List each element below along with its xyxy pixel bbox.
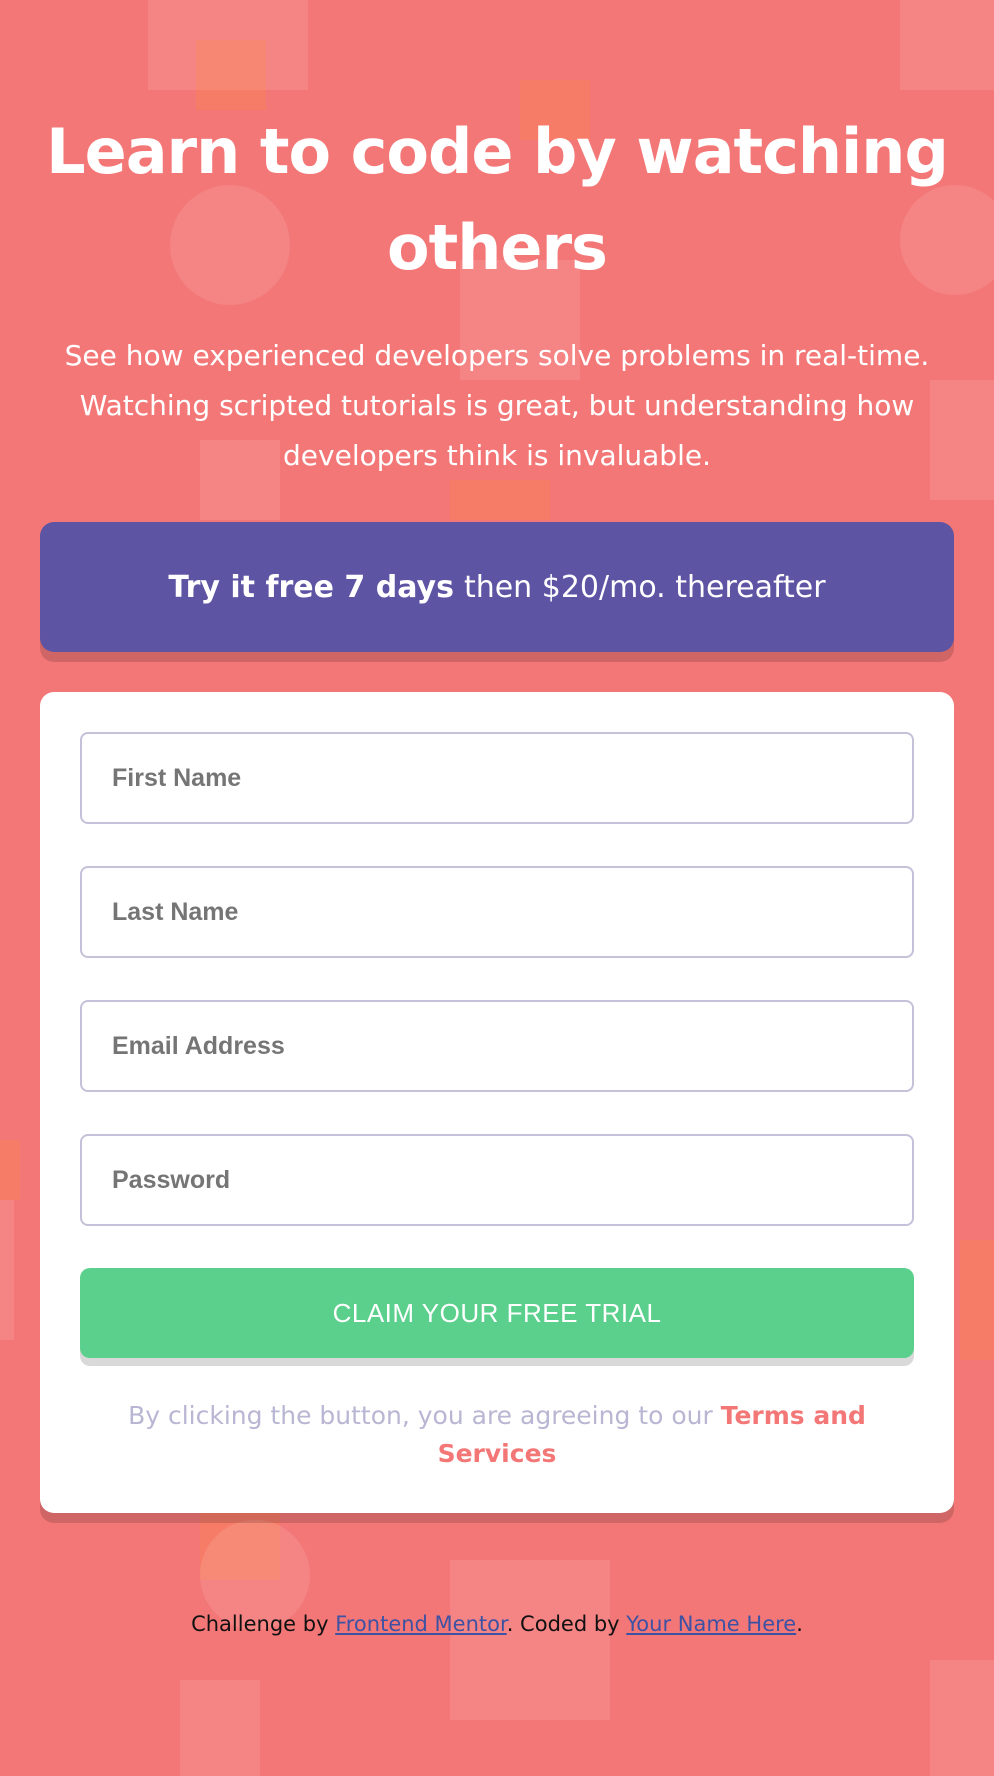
claim-trial-button[interactable]: CLAIM YOUR FREE TRIAL: [80, 1268, 914, 1358]
footer-prefix: Challenge by: [191, 1612, 329, 1636]
last-name-input[interactable]: [80, 866, 914, 958]
phone-icon: [180, 1680, 260, 1776]
checklist-icon: [450, 1560, 610, 1720]
email-input[interactable]: [80, 1000, 914, 1092]
folder-shape: [450, 480, 550, 520]
house-icon: [900, 0, 994, 90]
footer-middle: . Coded by: [506, 1612, 620, 1636]
password-input[interactable]: [80, 1134, 914, 1226]
signup-form: CLAIM YOUR FREE TRIAL By clicking the bu…: [40, 692, 954, 1513]
footer-suffix: .: [796, 1612, 803, 1636]
attribution-footer: Challenge by Frontend Mentor. Coded by Y…: [0, 1612, 994, 1636]
bracket-icon: [930, 1660, 994, 1776]
orange-accent-shape: [960, 1240, 994, 1360]
terms-text: By clicking the button, you are agreeing…: [128, 1401, 713, 1430]
bracket-icon: [0, 1200, 14, 1340]
pricing-highlight: Try it free 7 days: [168, 569, 454, 605]
house-accent-shape: [196, 40, 266, 110]
pricing-banner: Try it free 7 days then $20/mo. thereaft…: [40, 522, 954, 652]
terms-notice: By clicking the button, you are agreeing…: [100, 1397, 894, 1473]
hero-description: See how experienced developers solve pro…: [64, 339, 930, 472]
page-title: Learn to code by watching others: [46, 115, 949, 284]
first-name-input[interactable]: [80, 732, 914, 824]
orange-accent-shape: [0, 1140, 20, 1200]
frontend-mentor-link[interactable]: Frontend Mentor: [335, 1612, 507, 1636]
author-link[interactable]: Your Name Here: [626, 1612, 796, 1636]
pricing-detail: then $20/mo. thereafter: [463, 569, 826, 605]
